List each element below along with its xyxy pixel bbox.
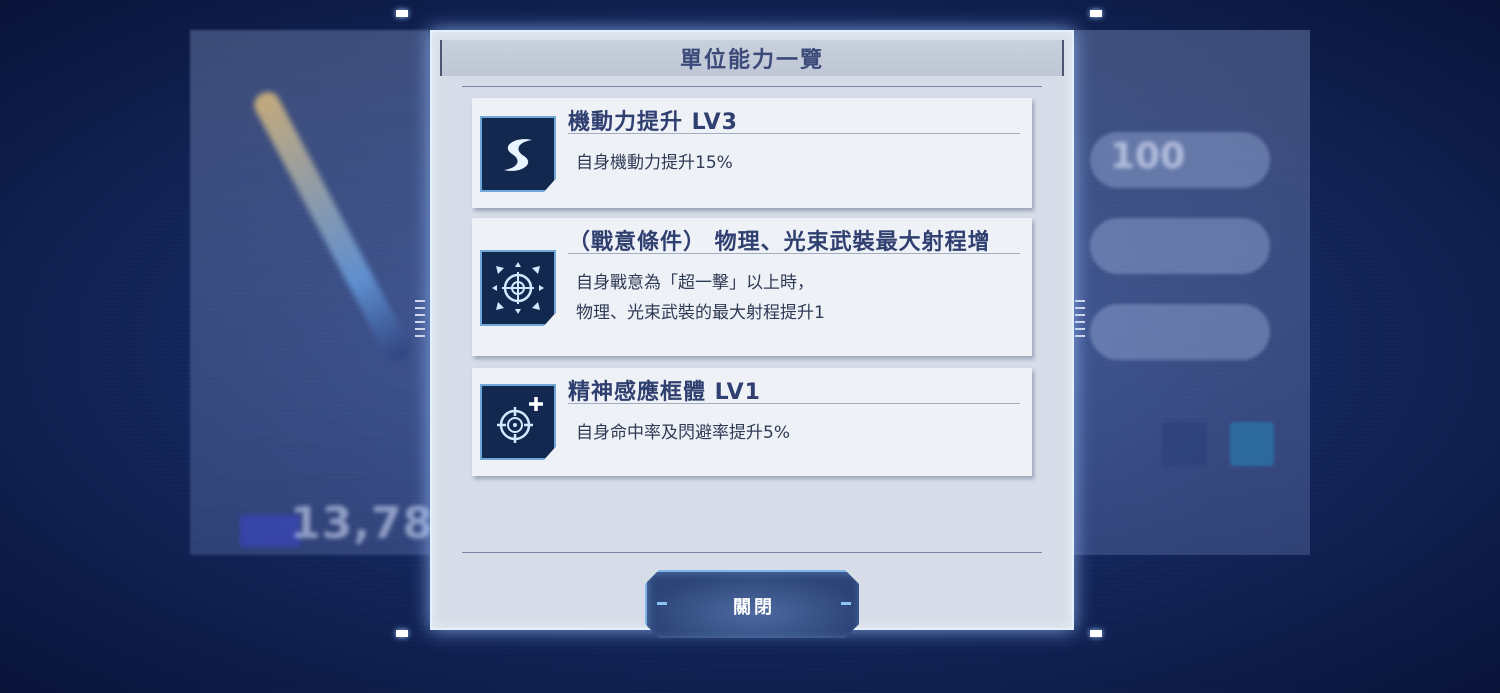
frame-side-ticks-right — [1075, 300, 1085, 340]
ability-title: （戰意條件） 物理、光束武裝最大射程增 — [568, 230, 991, 255]
background-icon-button-2 — [1230, 422, 1274, 466]
ability-description-line: 自身命中率及閃避率提升5% — [576, 423, 790, 443]
frame-corner-tr — [1090, 10, 1102, 17]
ability-description: 自身戰意為「超一擊」以上時， 物理、光束武裝的最大射程提升1 — [576, 268, 825, 328]
ability-card-psycho-frame: 精神感應框體 LV1 自身命中率及閃避率提升5% — [472, 368, 1032, 476]
title-underline — [568, 133, 1020, 134]
ability-description: 自身命中率及閃避率提升5% — [576, 418, 790, 448]
dialog-title: 單位能力一覽 — [679, 48, 824, 73]
background-search-pill-2 — [1090, 304, 1270, 360]
title-underline — [568, 253, 1020, 254]
frame-corner-bl — [396, 630, 408, 637]
close-button[interactable]: 關閉 — [645, 570, 859, 638]
ability-description: 自身機動力提升15% — [576, 148, 733, 178]
background-stat-value: 100 — [1110, 136, 1186, 177]
ability-card-range: （戰意條件） 物理、光束武裝最大射程增 自身戰意為「超一擊」以上時， 物理、光束… — [472, 218, 1032, 356]
background-stats-panel — [1070, 30, 1310, 555]
range-target-icon — [480, 250, 556, 326]
frame-corner-tl — [396, 10, 408, 17]
button-tick-right — [841, 602, 851, 605]
ability-description-line: 自身機動力提升15% — [576, 153, 733, 173]
frame-corner-br — [1090, 630, 1102, 637]
title-underline — [568, 403, 1020, 404]
dialog-header: 單位能力一覽 — [440, 40, 1064, 76]
psycho-frame-crosshair-plus-icon — [480, 384, 556, 460]
background-unit-panel — [190, 30, 430, 555]
background-icon-button — [1162, 422, 1206, 466]
button-tick-left — [657, 602, 667, 605]
ability-title: 機動力提升 LV3 — [568, 110, 738, 135]
background-search-pill — [1090, 218, 1270, 274]
ability-description-line: 自身戰意為「超一擊」以上時， — [576, 273, 814, 293]
mobility-swoosh-icon — [480, 116, 556, 192]
ability-list-dialog: 單位能力一覽 機動力提升 LV3 自身機動力提升15% （戰意條件） 物理、光束… — [430, 30, 1074, 638]
close-button-label: 關閉 — [733, 597, 775, 618]
header-divider — [462, 86, 1042, 87]
ability-description-line: 物理、光束武裝的最大射程提升1 — [576, 303, 825, 323]
footer-divider — [462, 552, 1042, 553]
frame-side-ticks-left — [415, 300, 425, 340]
ability-title: 精神感應框體 LV1 — [568, 380, 761, 405]
ability-card-mobility: 機動力提升 LV3 自身機動力提升15% — [472, 98, 1032, 208]
